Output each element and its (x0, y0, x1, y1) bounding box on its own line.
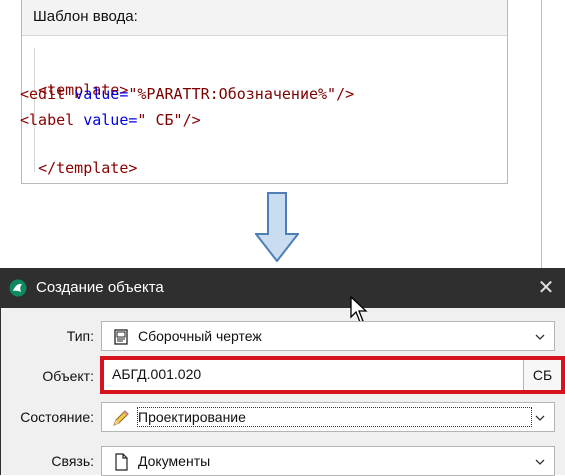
dialog-titlebar[interactable]: Создание объекта ✕ (1, 268, 565, 308)
template-panel-header: Шаблон ввода: (22, 0, 507, 36)
code-line-3: <label value=" СБ"/> (20, 111, 201, 129)
object-value: АБГД.001.020 (112, 366, 202, 382)
type-value: Сборочный чертеж (138, 328, 262, 344)
object-suffix-button[interactable]: СБ (524, 360, 561, 390)
link-label: Связь: (51, 453, 94, 469)
code-line-2: <edit value="%PARATTR:Обозначение%"/> (20, 85, 355, 103)
down-arrow-icon (255, 192, 299, 262)
chevron-down-icon[interactable] (535, 457, 545, 467)
pencil-icon (113, 410, 129, 426)
type-label: Тип: (66, 328, 94, 344)
chevron-down-icon[interactable] (535, 332, 545, 342)
state-label: Состояние: (20, 409, 94, 425)
drawing-icon (114, 329, 128, 345)
object-label: Объект: (42, 368, 94, 384)
object-input[interactable]: АБГД.001.020 (104, 360, 524, 390)
app-logo-icon (9, 279, 27, 297)
link-select[interactable]: Документы (101, 446, 555, 476)
focus-rectangle (137, 407, 532, 427)
mouse-pointer-icon (350, 296, 368, 323)
document-icon (115, 453, 128, 471)
dialog-title: Создание объекта (36, 279, 164, 296)
code-line-1: <template> (38, 81, 129, 99)
template-panel-title: Шаблон ввода: (33, 8, 138, 25)
close-button[interactable]: ✕ (531, 274, 561, 302)
code-line-4: </template> (38, 159, 138, 177)
type-select[interactable]: Сборочный чертеж (101, 321, 555, 351)
link-value: Документы (138, 453, 211, 469)
divider-line (541, 0, 542, 268)
chevron-down-icon[interactable] (535, 413, 545, 423)
